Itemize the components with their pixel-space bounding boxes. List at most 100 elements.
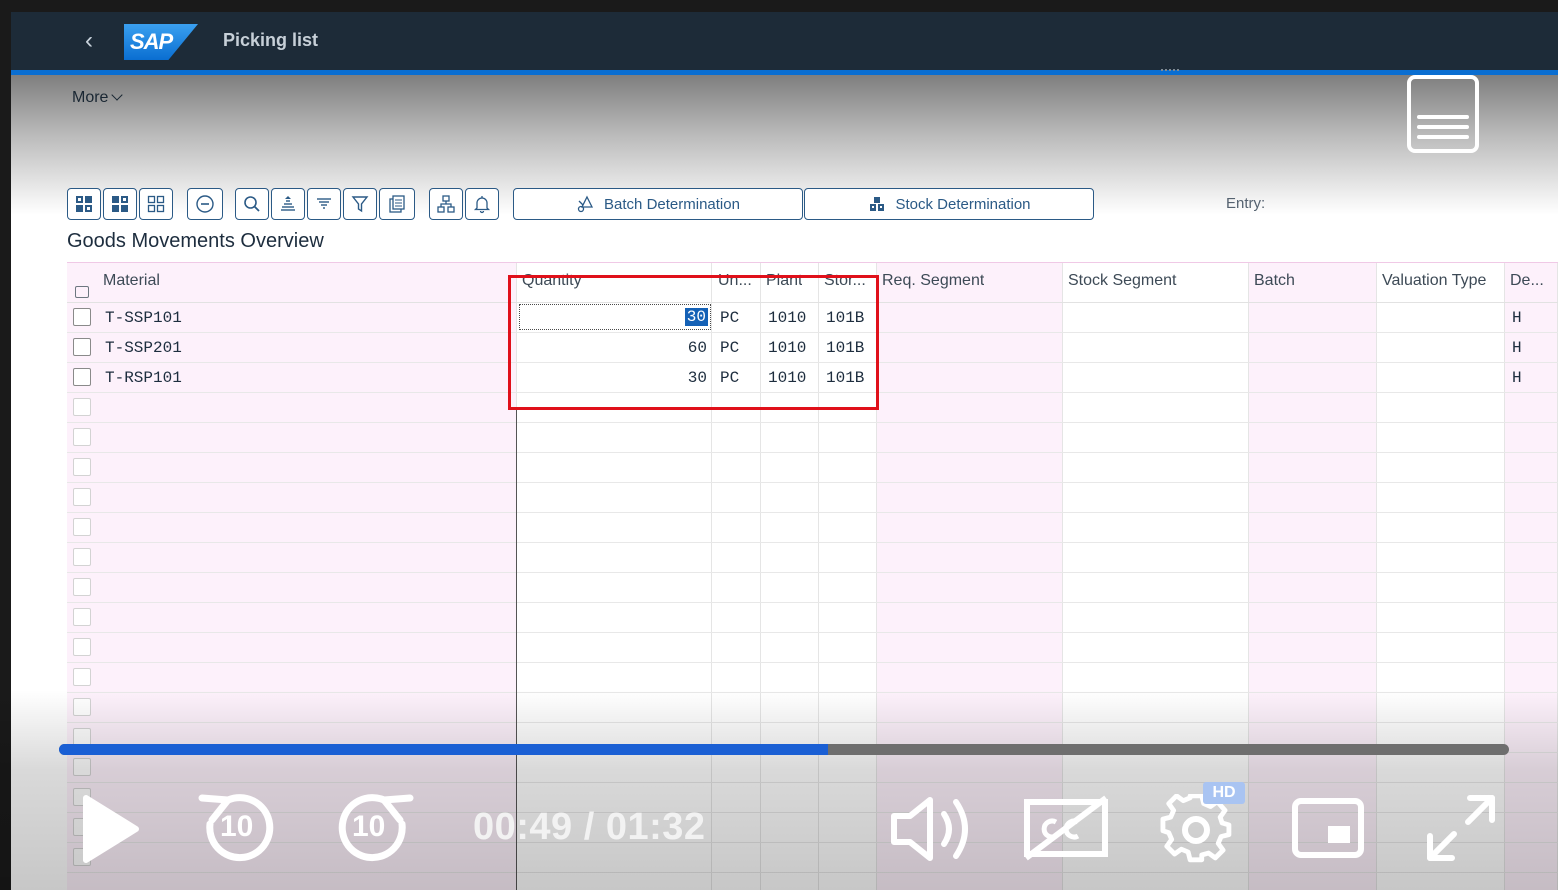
row-select-checkbox[interactable]	[73, 608, 91, 626]
sort-ascending-button[interactable]	[271, 188, 305, 220]
select-all-button[interactable]	[67, 188, 101, 220]
sap-logo-text: SAP	[130, 29, 173, 54]
forward-10-button[interactable]: 10	[332, 790, 414, 868]
cell-debit-credit[interactable]: H	[1512, 309, 1522, 327]
row-divider	[67, 662, 1558, 663]
header-bottom-border	[67, 302, 1558, 303]
cell-material[interactable]: T-RSP101	[105, 369, 182, 387]
row-select-checkbox[interactable]	[73, 488, 91, 506]
header-plant[interactable]: Plant	[766, 272, 802, 290]
cell-unit[interactable]: PC	[720, 369, 739, 387]
cell-quantity[interactable]: 30	[517, 369, 707, 387]
back-button[interactable]: ‹	[77, 26, 101, 56]
find-button[interactable]	[235, 188, 269, 220]
hierarchy-button[interactable]	[429, 188, 463, 220]
row-select-checkbox[interactable]	[73, 578, 91, 596]
row-divider	[67, 602, 1558, 603]
notification-icon	[473, 196, 491, 214]
stock-determination-icon	[870, 197, 885, 211]
video-progress-bar[interactable]	[59, 744, 1509, 755]
sort-descending-button[interactable]	[307, 188, 341, 220]
chevron-down-icon	[111, 89, 124, 101]
column-settings-icon[interactable]	[75, 286, 89, 298]
filter-icon	[351, 196, 369, 213]
row-divider	[67, 782, 1558, 783]
notification-button[interactable]	[465, 188, 499, 220]
row-divider	[67, 572, 1558, 573]
filter-button[interactable]	[343, 188, 377, 220]
rewind-10-button[interactable]: 10	[198, 790, 280, 868]
row-divider	[67, 332, 1558, 333]
row-select-checkbox[interactable]	[73, 428, 91, 446]
row-divider	[67, 722, 1558, 723]
cell-unit[interactable]: PC	[720, 339, 739, 357]
select-block-icon	[112, 196, 128, 212]
volume-icon	[891, 797, 968, 861]
header-valuation-type[interactable]: Valuation Type	[1382, 272, 1486, 290]
hierarchy-icon	[437, 195, 455, 213]
row-select-checkbox[interactable]	[73, 458, 91, 476]
gear-icon	[1160, 794, 1232, 863]
captions-off-button[interactable]	[1022, 792, 1112, 862]
row-select-checkbox[interactable]	[73, 758, 91, 776]
row-divider	[67, 512, 1558, 513]
fullscreen-button[interactable]	[1424, 792, 1498, 864]
header-debit-credit[interactable]: De...	[1510, 272, 1554, 290]
header-batch[interactable]: Batch	[1254, 272, 1295, 290]
header-req-segment[interactable]: Req. Segment	[882, 272, 984, 290]
row-select-checkbox[interactable]	[73, 638, 91, 656]
video-progress-fill	[59, 744, 828, 755]
volume-button[interactable]	[888, 794, 978, 864]
quantity-selected-text: 30	[684, 308, 708, 326]
stock-determination-button[interactable]: Stock Determination	[804, 188, 1094, 220]
batch-determination-label: Batch Determination	[604, 195, 740, 213]
table-toolbar: Batch Determination Stock Determination …	[67, 188, 1547, 220]
cell-unit[interactable]: PC	[720, 309, 739, 327]
header-unit[interactable]: Un...	[718, 272, 758, 290]
cell-debit-credit[interactable]: H	[1512, 369, 1522, 387]
deselect-all-button[interactable]	[139, 188, 173, 220]
row-select-checkbox[interactable]	[73, 308, 91, 326]
header-quantity[interactable]: Quantity	[522, 272, 582, 290]
cell-plant[interactable]: 1010	[768, 309, 806, 327]
row-select-checkbox[interactable]	[73, 698, 91, 716]
row-divider	[67, 452, 1558, 453]
row-select-checkbox[interactable]	[73, 668, 91, 686]
cell-quantity[interactable]: 60	[517, 339, 707, 357]
play-button[interactable]	[80, 794, 140, 864]
batch-determination-button[interactable]: Batch Determination	[513, 188, 803, 220]
cell-storage[interactable]: 101B	[826, 369, 864, 387]
more-menu-button[interactable]: More	[72, 89, 124, 107]
header-stock-segment[interactable]: Stock Segment	[1068, 272, 1177, 290]
resize-handle[interactable]	[1161, 69, 1179, 72]
captions-off-icon	[1024, 795, 1108, 861]
row-divider	[67, 542, 1558, 543]
row-select-checkbox[interactable]	[73, 518, 91, 536]
cell-debit-credit[interactable]: H	[1512, 339, 1522, 357]
cell-plant[interactable]: 1010	[768, 339, 806, 357]
picture-in-picture-icon	[1292, 798, 1364, 858]
cell-material[interactable]: T-SSP201	[105, 339, 182, 357]
delete-row-button[interactable]	[187, 188, 223, 220]
header-material[interactable]: Material	[103, 272, 160, 290]
cell-plant[interactable]: 1010	[768, 369, 806, 387]
row-select-checkbox[interactable]	[73, 548, 91, 566]
picture-in-picture-button[interactable]	[1290, 796, 1366, 860]
row-select-checkbox[interactable]	[73, 368, 91, 386]
quantity-input[interactable]: 30	[519, 304, 711, 330]
video-time-display: 00:49 / 01:32	[473, 806, 706, 848]
forward-seconds-label: 10	[352, 810, 386, 843]
shell-bar: ‹ SAP Picking list	[11, 12, 1558, 70]
cell-storage[interactable]: 101B	[826, 339, 864, 357]
row-divider	[67, 872, 1558, 873]
settings-button[interactable]	[1160, 794, 1234, 866]
cell-material[interactable]: T-SSP101	[105, 309, 182, 327]
sort-ascending-icon	[281, 196, 295, 211]
row-select-checkbox[interactable]	[73, 398, 91, 416]
print-button[interactable]	[379, 188, 415, 220]
header-storage[interactable]: Stor...	[824, 272, 872, 290]
row-select-checkbox[interactable]	[73, 338, 91, 356]
select-block-button[interactable]	[103, 188, 137, 220]
toggle-layout-icon[interactable]	[1407, 75, 1479, 153]
cell-storage[interactable]: 101B	[826, 309, 864, 327]
